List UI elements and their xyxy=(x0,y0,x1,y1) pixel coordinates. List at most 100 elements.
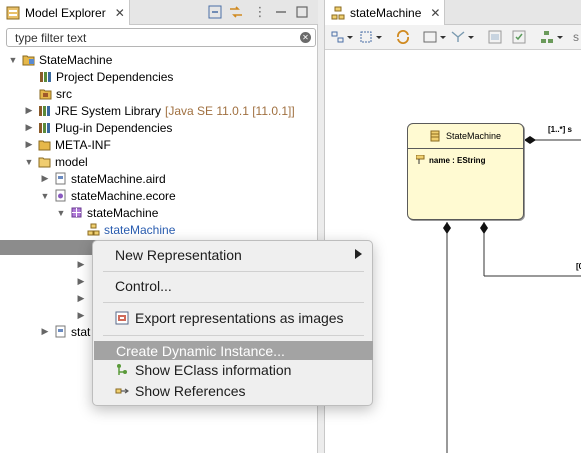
menu-separator xyxy=(103,271,364,272)
tree-item-project-dependencies[interactable]: Project Dependencies xyxy=(39,68,173,85)
composition-diamond-icon xyxy=(524,136,536,144)
clear-filter-icon[interactable]: ✕ xyxy=(300,32,311,43)
expanded-twisty-icon[interactable]: ▼ xyxy=(8,55,18,65)
folder-icon xyxy=(38,140,51,151)
minimize-icon[interactable] xyxy=(273,4,289,20)
diagram-toolbar: s xyxy=(325,25,581,50)
collapsed-twisty-icon[interactable]: ▶ xyxy=(76,293,86,304)
tree-item-ecore[interactable]: ▼ stateMachine.ecore xyxy=(40,187,176,204)
menu-item-new-representation[interactable]: New Representation xyxy=(93,245,374,264)
eattribute-row[interactable]: name : EString xyxy=(416,155,485,165)
submenu-arrow-icon xyxy=(355,249,362,259)
expanded-twisty-icon[interactable]: ▼ xyxy=(56,208,66,218)
ecore-file-icon xyxy=(55,189,66,202)
edge-label-cardinality: [1..*] s xyxy=(548,125,573,134)
menu-item-export-images[interactable]: Export representations as images xyxy=(93,308,374,327)
tree-item-statemachine-project[interactable]: ▼ StateMachine xyxy=(8,51,113,68)
expanded-twisty-icon[interactable]: ▼ xyxy=(40,191,50,201)
filters-icon[interactable] xyxy=(451,29,475,45)
collapsed-twisty-icon[interactable]: ▶ xyxy=(76,310,86,321)
filter-input[interactable]: type filter text ✕ xyxy=(6,28,316,47)
project-icon xyxy=(55,325,66,338)
link-with-editor-icon[interactable] xyxy=(228,4,244,20)
tab-model-explorer-label: Model Explorer xyxy=(25,5,106,20)
eclass-icon xyxy=(430,130,440,142)
tree-item-label: model xyxy=(55,154,88,169)
collapsed-twisty-icon[interactable]: ▶ xyxy=(40,173,50,184)
edge-label-cardinality: [0 xyxy=(576,262,581,271)
tree-item-diagram[interactable]: stateMachine xyxy=(87,221,175,238)
select-all-icon[interactable] xyxy=(359,29,383,45)
project-icon xyxy=(22,55,35,66)
view-menu-icon[interactable]: ⋮ xyxy=(252,4,268,20)
menu-item-create-dynamic-instance[interactable]: Create Dynamic Instance... xyxy=(94,341,373,360)
tab-statemachine-label: stateMachine xyxy=(350,5,422,20)
eclass-name: StateMachine xyxy=(445,131,502,141)
tree-item-hidden[interactable]: ▶ xyxy=(76,273,86,290)
menu-separator xyxy=(103,335,364,336)
menu-item-control[interactable]: Control... xyxy=(93,276,374,295)
menu-item-label: Control... xyxy=(115,277,172,294)
menu-item-show-references[interactable]: Show References xyxy=(93,381,374,400)
library-icon xyxy=(39,106,50,116)
toolbar-overflow[interactable]: s xyxy=(573,29,579,45)
tree-item-plugin-dependencies[interactable]: ▶ Plug-in Dependencies xyxy=(24,119,173,136)
tree-item-jre-system-library[interactable]: ▶ JRE System Library [Java SE 11.0.1 [11… xyxy=(24,102,295,119)
editor-tabbar: stateMachine ✕ xyxy=(325,0,581,25)
maximize-icon[interactable] xyxy=(294,4,310,20)
eclass-node-header: StateMachine xyxy=(408,124,523,149)
layers-icon[interactable] xyxy=(423,29,447,45)
tree-item-meta-inf[interactable]: ▶ META-INF xyxy=(24,136,111,153)
close-icon[interactable]: ✕ xyxy=(430,6,440,20)
diagram-icon xyxy=(331,6,345,19)
tree-item-label: Plug-in Dependencies xyxy=(55,120,173,135)
tree-item-hidden[interactable]: ▶ xyxy=(76,290,86,307)
tree-item-label: Project Dependencies xyxy=(56,69,174,84)
tree-layout-icon[interactable] xyxy=(540,29,564,45)
collapse-all-icon[interactable] xyxy=(207,4,223,20)
library-icon xyxy=(39,123,50,133)
close-icon[interactable]: ✕ xyxy=(115,6,125,20)
tree-item-label: stateMachine.aird xyxy=(71,171,166,186)
tree-item-label: src xyxy=(56,86,72,101)
references-icon xyxy=(115,388,129,394)
refresh-icon[interactable] xyxy=(395,29,411,45)
tab-statemachine[interactable]: stateMachine ✕ xyxy=(325,0,445,25)
eattribute-icon xyxy=(416,155,425,164)
tree-item-aird[interactable]: ▶ stateMachine.aird xyxy=(40,170,166,187)
tree-item-epackage[interactable]: ▼ stateMachine xyxy=(56,204,159,221)
collapsed-twisty-icon[interactable]: ▶ xyxy=(24,122,34,133)
model-explorer-tabbar: Model Explorer ✕ ⋮ xyxy=(0,0,318,25)
tree-item-hidden[interactable]: ▶ xyxy=(76,256,86,273)
collapsed-twisty-icon[interactable]: ▶ xyxy=(24,139,34,150)
model-explorer-icon xyxy=(6,6,20,19)
tree-item-label: stateMachine xyxy=(87,205,159,220)
export-image-icon xyxy=(115,311,129,325)
tree-item-label: stat xyxy=(71,324,91,339)
eclass-info-icon xyxy=(117,364,127,375)
tree-item-src[interactable]: src xyxy=(39,85,72,102)
hide-element-icon[interactable] xyxy=(488,29,502,45)
open-folder-icon xyxy=(38,157,51,168)
tree-item-hidden[interactable]: ▶ xyxy=(76,307,86,324)
tree-item-label: stateMachine xyxy=(104,222,176,237)
diagram-icon xyxy=(87,223,100,236)
menu-item-label: Show References xyxy=(135,382,246,399)
epackage-icon xyxy=(71,207,82,218)
tab-model-explorer[interactable]: Model Explorer ✕ xyxy=(0,0,130,25)
pin-element-icon[interactable] xyxy=(512,29,526,45)
arrange-icon[interactable] xyxy=(331,29,353,45)
menu-item-show-eclass-info[interactable]: Show EClass information xyxy=(93,360,374,379)
tree-item-model[interactable]: ▼ model xyxy=(24,153,88,170)
eclass-node-statemachine[interactable]: StateMachine name : EString xyxy=(407,123,524,220)
tree-item-label: stateMachine.ecore xyxy=(71,188,176,203)
collapsed-twisty-icon[interactable]: ▶ xyxy=(24,105,34,116)
package-folder-icon xyxy=(39,89,52,100)
tree-item-stat[interactable]: ▶ stat xyxy=(40,323,91,340)
collapsed-twisty-icon[interactable]: ▶ xyxy=(76,276,86,287)
collapsed-twisty-icon[interactable]: ▶ xyxy=(40,326,50,337)
expanded-twisty-icon[interactable]: ▼ xyxy=(24,157,34,167)
collapsed-twisty-icon[interactable]: ▶ xyxy=(76,259,86,270)
tree-item-label: META-INF xyxy=(55,137,111,152)
library-icon xyxy=(40,72,51,82)
